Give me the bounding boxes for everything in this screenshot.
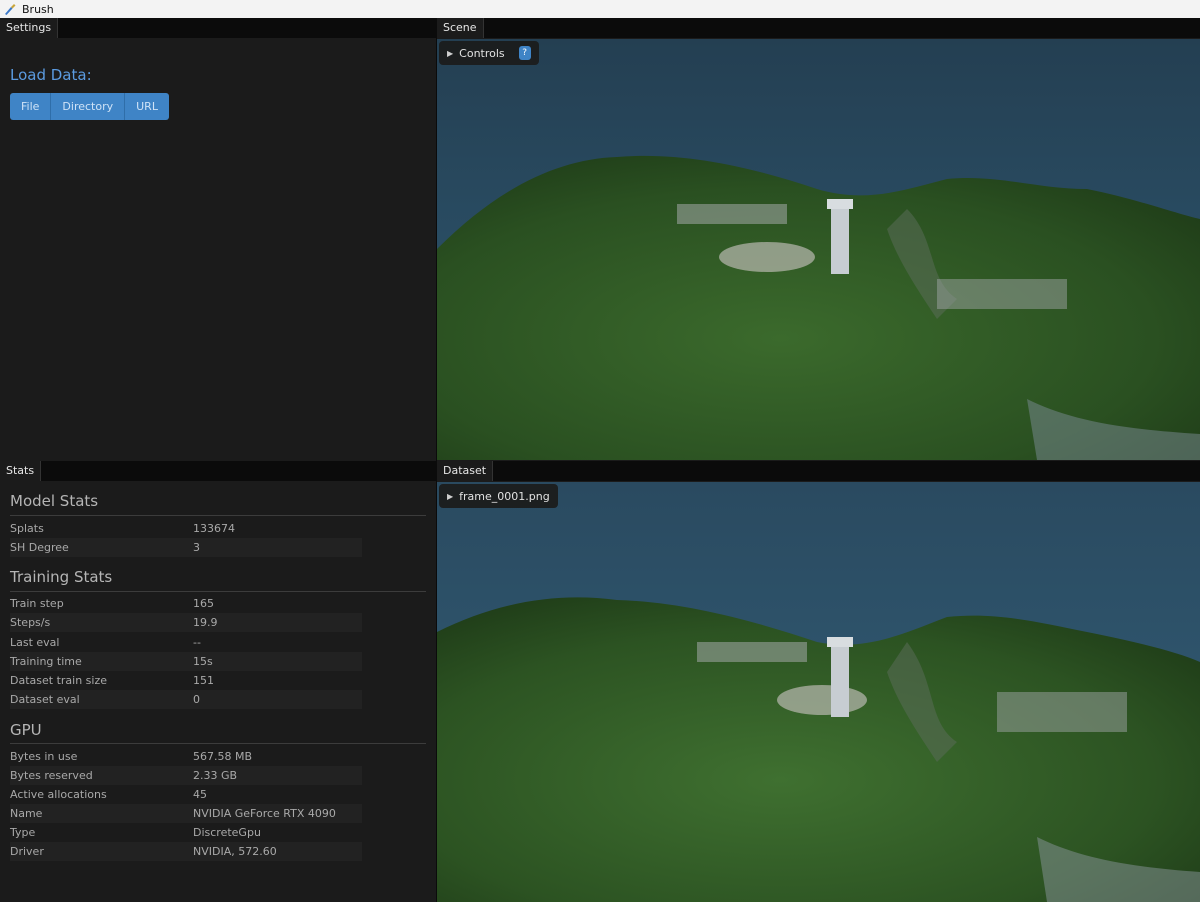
stat-label: Type (10, 826, 36, 839)
scene-tabstrip: Scene (437, 18, 1200, 38)
stat-label: Train step (10, 597, 64, 610)
load-data-title: Load Data: (10, 66, 92, 84)
load-data-buttons: File Directory URL (10, 93, 169, 120)
triangle-right-icon: ▶ (447, 48, 454, 58)
stat-label: Dataset train size (10, 674, 108, 687)
stat-row: Driver NVIDIA, 572.60 (10, 842, 362, 861)
scene-panel: Scene ▶ Controls ? (437, 18, 1200, 460)
scene-viewport[interactable]: ▶ Controls ? (437, 39, 1200, 460)
stat-row: Bytes reserved 2.33 GB (10, 766, 362, 785)
stat-row: Type DiscreteGpu (10, 823, 362, 842)
divider (10, 591, 426, 592)
url-button[interactable]: URL (125, 93, 169, 120)
stat-label: Last eval (10, 636, 60, 649)
dataset-viewport[interactable]: ▶ frame_0001.png (437, 482, 1200, 902)
brush-icon (5, 4, 16, 15)
stat-label: Splats (10, 522, 44, 535)
stat-row: Bytes in use 567.58 MB (10, 747, 362, 766)
settings-panel: Settings Load Data: File Directory URL (0, 18, 436, 460)
stats-tabstrip: Stats (0, 461, 436, 481)
tab-dataset[interactable]: Dataset (437, 461, 494, 481)
stat-value: NVIDIA GeForce RTX 4090 (193, 807, 336, 820)
stat-row: Training time 15s (10, 652, 362, 671)
stat-value: 3 (193, 541, 200, 554)
scene-render[interactable] (437, 39, 1200, 460)
window-titlebar: Brush (0, 0, 1200, 18)
stat-row: SH Degree 3 (10, 538, 362, 557)
stat-label: Steps/s (10, 616, 51, 629)
stat-row: Steps/s 19.9 (10, 613, 362, 632)
stat-row: Dataset eval 0 (10, 690, 362, 709)
stat-value: DiscreteGpu (193, 826, 261, 839)
stat-row: Train step 165 (10, 594, 362, 613)
dataset-tabstrip: Dataset (437, 461, 1200, 481)
stat-value: -- (193, 636, 201, 649)
help-icon[interactable]: ? (518, 46, 531, 60)
stat-row: Splats 133674 (10, 519, 362, 538)
tab-scene[interactable]: Scene (437, 18, 484, 38)
settings-tabstrip: Settings (0, 18, 436, 38)
controls-dropdown[interactable]: ▶ Controls ? (439, 41, 539, 65)
controls-label: Controls (459, 46, 505, 60)
frame-dropdown[interactable]: ▶ frame_0001.png (439, 484, 558, 508)
file-button[interactable]: File (10, 93, 52, 120)
stat-value: 19.9 (193, 616, 218, 629)
tab-stats[interactable]: Stats (0, 461, 42, 481)
stat-value: 567.58 MB (193, 750, 253, 763)
stat-label: Bytes in use (10, 750, 78, 763)
divider (10, 515, 426, 516)
stat-row: Last eval -- (10, 633, 362, 652)
dataset-panel: Dataset ▶ frame_0001.png (437, 461, 1200, 902)
stat-value: NVIDIA, 572.60 (193, 845, 277, 858)
window-title: Brush (22, 2, 54, 16)
stat-value: 151 (193, 674, 214, 687)
dataset-image (437, 482, 1200, 902)
stat-value: 133674 (193, 522, 235, 535)
stat-label: Name (10, 807, 43, 820)
frame-label: frame_0001.png (459, 489, 550, 503)
stat-value: 15s (193, 655, 213, 668)
stat-label: Active allocations (10, 788, 107, 801)
divider (10, 743, 426, 744)
triangle-right-icon: ▶ (447, 491, 454, 501)
stat-label: Bytes reserved (10, 769, 93, 782)
tab-settings[interactable]: Settings (0, 18, 59, 38)
stat-label: Training time (10, 655, 82, 668)
stat-label: Dataset eval (10, 693, 80, 706)
stats-panel: Stats Model Stats Splats 133674 SH Degre… (0, 461, 436, 902)
stat-value: 45 (193, 788, 207, 801)
stat-row: Active allocations 45 (10, 785, 362, 804)
stat-row: Name NVIDIA GeForce RTX 4090 (10, 804, 362, 823)
training-stats-title: Training Stats (10, 568, 113, 586)
stat-value: 0 (193, 693, 200, 706)
directory-button[interactable]: Directory (51, 93, 126, 120)
stat-label: SH Degree (10, 541, 69, 554)
stat-value: 2.33 GB (193, 769, 238, 782)
gpu-title: GPU (10, 721, 42, 739)
model-stats-title: Model Stats (10, 492, 99, 510)
stat-row: Dataset train size 151 (10, 671, 362, 690)
stat-value: 165 (193, 597, 214, 610)
stat-label: Driver (10, 845, 44, 858)
